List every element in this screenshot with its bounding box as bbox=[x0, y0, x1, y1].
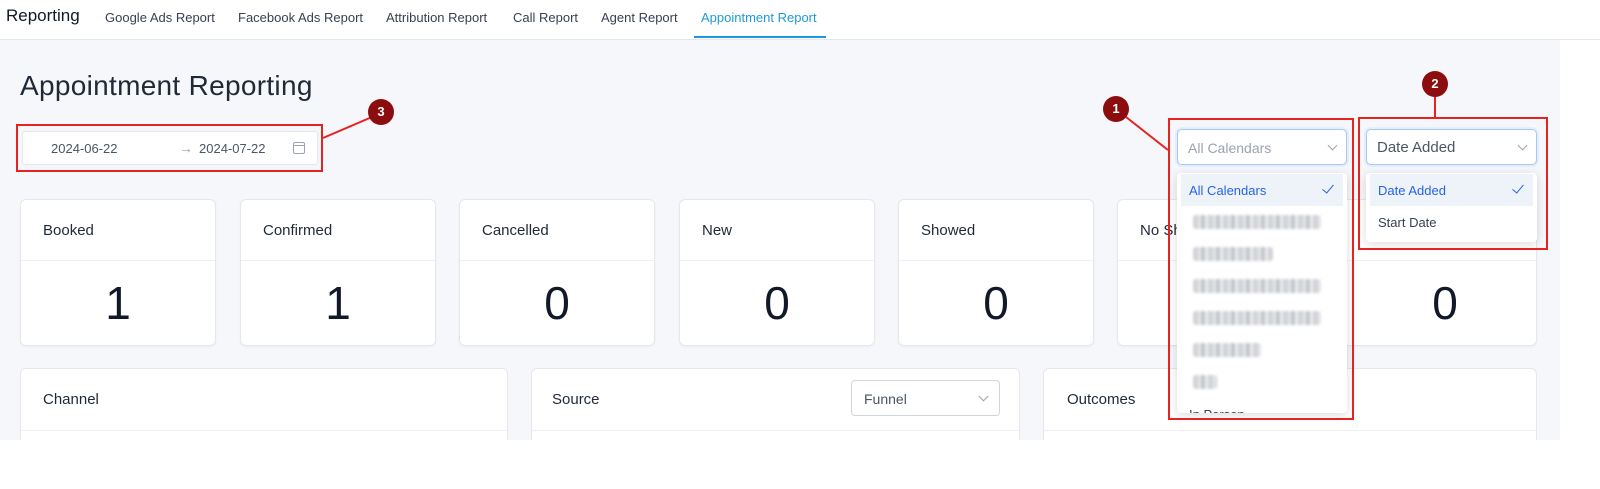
annotation-marker-3: 3 bbox=[368, 99, 394, 125]
annotation-marker-1: 1 bbox=[1103, 96, 1129, 122]
annotation-marker-2: 2 bbox=[1422, 71, 1448, 97]
annotation-connectors bbox=[322, 96, 1436, 151]
